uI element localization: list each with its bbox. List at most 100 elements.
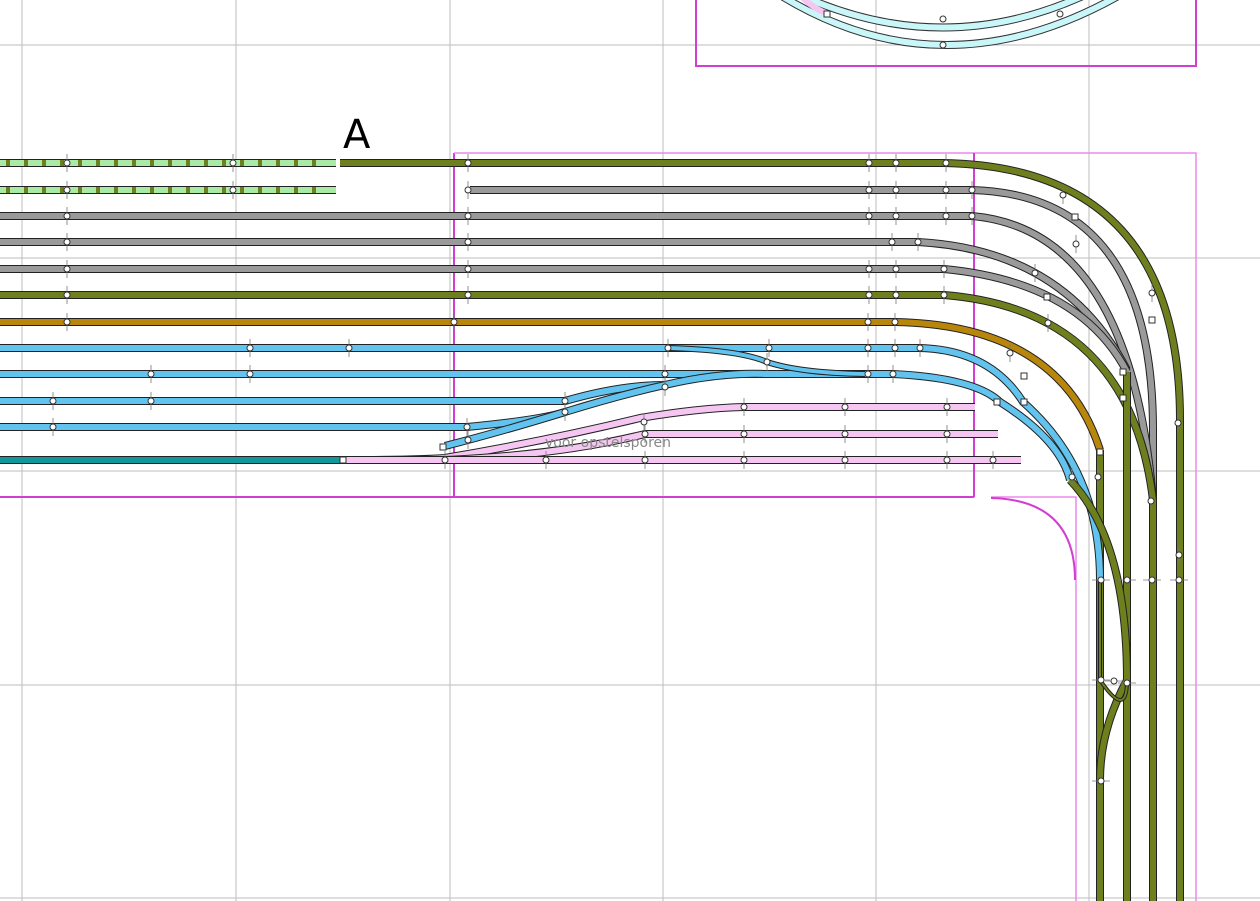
track-joint <box>891 318 899 326</box>
track-joint <box>464 212 472 220</box>
track-joint <box>1123 679 1131 687</box>
track-joint <box>1097 777 1105 785</box>
track-joint <box>740 430 748 438</box>
track-joint <box>763 358 771 366</box>
track-joint <box>49 423 57 431</box>
sleeper-mark <box>222 160 226 166</box>
track-joint <box>63 159 71 167</box>
sleeper-mark <box>96 160 100 166</box>
track-joint <box>641 456 649 464</box>
track-joint <box>63 186 71 194</box>
tracks-layer <box>0 159 1184 901</box>
track-joint <box>943 403 951 411</box>
turnout-marker <box>1071 213 1079 221</box>
track-joint <box>865 265 873 273</box>
track-joint <box>464 291 472 299</box>
track-joint <box>940 291 948 299</box>
track-joint <box>246 370 254 378</box>
turnout-marker <box>339 456 347 464</box>
sleeper-mark <box>132 187 136 193</box>
sleeper-mark <box>114 187 118 193</box>
turnout-marker <box>1020 398 1028 406</box>
track-joint <box>864 344 872 352</box>
track-joint <box>1068 473 1076 481</box>
section-label-a: A <box>343 112 371 158</box>
track-joint <box>942 159 950 167</box>
track-joint <box>968 186 976 194</box>
track-joint <box>892 186 900 194</box>
turnout-marker <box>1020 372 1028 380</box>
sleeper-mark <box>114 160 118 166</box>
track-joint <box>147 370 155 378</box>
track-joint <box>943 456 951 464</box>
sleeper-mark <box>150 187 154 193</box>
track-joint <box>1006 349 1014 357</box>
track-joint <box>864 370 872 378</box>
track-joint <box>865 159 873 167</box>
track-joint <box>968 212 976 220</box>
track-joint <box>865 291 873 299</box>
sleeper-mark <box>240 187 244 193</box>
sleeper-mark <box>24 160 28 166</box>
track-joint <box>464 265 472 273</box>
track-joint <box>63 265 71 273</box>
track-joint <box>464 186 472 194</box>
sleeper-mark <box>240 160 244 166</box>
track-joint <box>229 186 237 194</box>
track-joint <box>841 430 849 438</box>
track-joint <box>1148 289 1156 297</box>
sleeper-mark <box>276 187 280 193</box>
track-joint <box>661 383 669 391</box>
track-joint <box>1175 576 1183 584</box>
track-joint <box>841 403 849 411</box>
track-joint <box>841 456 849 464</box>
track-joint <box>740 403 748 411</box>
track-joint <box>892 159 900 167</box>
track-markers-layer <box>6 154 1188 785</box>
turnout-marker <box>1119 368 1127 376</box>
sleeper-mark <box>60 160 64 166</box>
track-joint <box>1097 576 1105 584</box>
track-joint <box>892 291 900 299</box>
olive-track-1-outline <box>340 159 1184 901</box>
track-joint <box>63 212 71 220</box>
track-joint <box>942 212 950 220</box>
track-joint <box>1097 676 1105 684</box>
sleeper-mark <box>186 187 190 193</box>
track-joint <box>450 318 458 326</box>
track-joint <box>1147 497 1155 505</box>
track-joint <box>989 456 997 464</box>
track-joint <box>1044 319 1052 327</box>
track-joint <box>542 456 550 464</box>
track-joint <box>63 291 71 299</box>
track-joint <box>1094 473 1102 481</box>
sleeper-mark <box>42 187 46 193</box>
sleeper-mark <box>42 160 46 166</box>
track-joint <box>740 456 748 464</box>
track-joint <box>1123 576 1131 584</box>
track-joint <box>464 436 472 444</box>
sleeper-mark <box>96 187 100 193</box>
track-joint <box>1110 677 1118 685</box>
track-joint <box>888 238 896 246</box>
track-joint <box>1059 191 1067 199</box>
track-plan: A voor opstelsporen <box>0 0 1260 901</box>
sleeper-mark <box>168 160 172 166</box>
sleeper-mark <box>312 160 316 166</box>
sleeper-mark <box>204 160 208 166</box>
sleeper-mark <box>168 187 172 193</box>
track-joint <box>943 430 951 438</box>
sleeper-mark <box>294 160 298 166</box>
track-joint <box>464 159 472 167</box>
track-joint <box>49 397 57 405</box>
sleeper-mark <box>6 187 10 193</box>
turnout-marker <box>993 398 1001 406</box>
track-joint <box>246 344 254 352</box>
turnout-marker <box>1043 293 1051 301</box>
track-joint <box>864 318 872 326</box>
track-joint <box>1072 240 1080 248</box>
track-joint <box>229 159 237 167</box>
track-joint <box>63 238 71 246</box>
track-joint <box>63 318 71 326</box>
sleeper-mark <box>132 160 136 166</box>
